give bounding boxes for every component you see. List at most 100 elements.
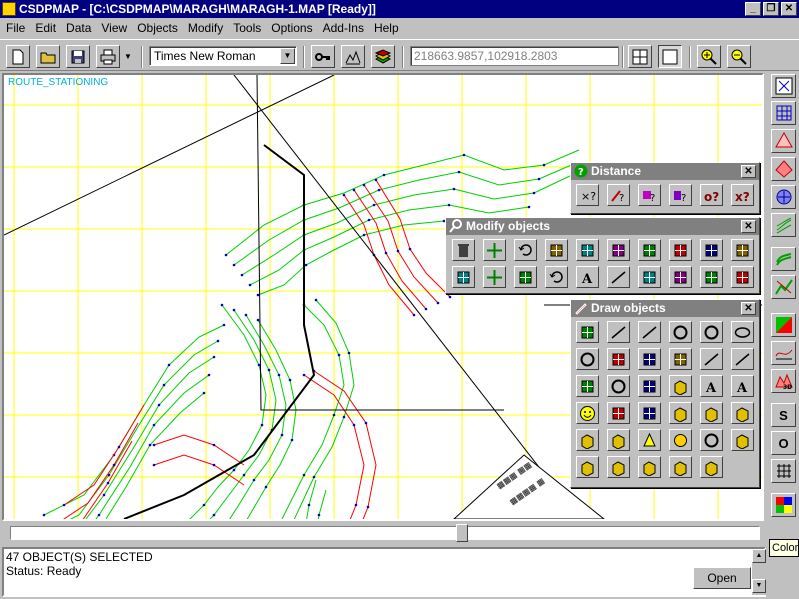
scroll-thumb[interactable]	[456, 524, 468, 542]
hex-box-button[interactable]	[576, 456, 599, 478]
cross-section-button[interactable]	[771, 341, 796, 365]
text-vertical-button[interactable]: A	[731, 375, 754, 397]
arc-line-button[interactable]	[700, 348, 723, 370]
restore-button[interactable]: ❐	[763, 2, 779, 16]
surface-tool-button[interactable]	[771, 157, 796, 181]
menu-view[interactable]: View	[96, 19, 132, 37]
polyline-button[interactable]	[638, 321, 661, 343]
redo-button[interactable]	[545, 239, 568, 261]
select-tool-button[interactable]	[771, 74, 796, 98]
new-file-button[interactable]	[6, 45, 30, 68]
menu-add-ins[interactable]: Add-Ins	[318, 19, 369, 37]
close-button[interactable]: ✕	[781, 2, 797, 16]
scroll-track[interactable]	[10, 526, 760, 540]
coordinates-field[interactable]: 218663.9857,102918.2803	[410, 46, 619, 66]
sector-button[interactable]	[638, 348, 661, 370]
color-button[interactable]	[771, 493, 796, 517]
menu-objects[interactable]: Objects	[132, 19, 183, 37]
circle-tool-button[interactable]	[700, 321, 723, 343]
cylinder-box-button[interactable]	[607, 429, 630, 451]
distance-line-button[interactable]: ?	[607, 184, 630, 206]
move-object-button[interactable]	[483, 239, 506, 261]
polygon-box-button[interactable]	[607, 456, 630, 478]
ellipse-button[interactable]	[731, 321, 754, 343]
spiral-circle-button[interactable]	[607, 375, 630, 397]
draw-objects-palette[interactable]: Draw objects ✕ A A	[570, 299, 760, 488]
gear-circle-button[interactable]	[700, 429, 723, 451]
modify-palette-titlebar[interactable]: Modify objects ✕	[446, 218, 759, 235]
merge-button[interactable]	[731, 239, 754, 261]
distance-point-button[interactable]: ×?	[576, 184, 599, 206]
point-cross-button[interactable]	[576, 321, 599, 343]
arc-button[interactable]	[576, 375, 599, 397]
move-cross-button[interactable]	[483, 266, 506, 288]
distance-cross-button[interactable]: x?	[731, 184, 754, 206]
delete-button[interactable]	[452, 239, 475, 261]
color-fill-button[interactable]	[771, 313, 796, 337]
open-file-button[interactable]	[36, 45, 60, 68]
reshape-button[interactable]	[669, 266, 692, 288]
building-box-button[interactable]	[700, 402, 723, 424]
arrow-box-button[interactable]	[731, 429, 754, 451]
grid-tool-button[interactable]	[771, 459, 796, 483]
table-tool-button[interactable]	[771, 101, 796, 125]
gem-box-button[interactable]	[669, 375, 692, 397]
numbered-list-button[interactable]	[607, 402, 630, 424]
horizontal-scrollbar[interactable]	[0, 522, 766, 546]
menu-help[interactable]: Help	[369, 19, 404, 37]
properties-button[interactable]	[700, 266, 723, 288]
menu-tools[interactable]: Tools	[228, 19, 266, 37]
menu-modify[interactable]: Modify	[183, 19, 228, 37]
parallel-line-button[interactable]	[607, 266, 630, 288]
line-button[interactable]	[607, 321, 630, 343]
menu-options[interactable]: Options	[266, 19, 317, 37]
rounded-rect-button[interactable]	[638, 375, 661, 397]
chevron-down-icon[interactable]: ▼	[280, 48, 295, 64]
cube-yellow-button[interactable]	[576, 429, 599, 451]
arc-wedge-button[interactable]	[607, 348, 630, 370]
cube-button[interactable]	[669, 402, 692, 424]
layers-button[interactable]	[371, 45, 395, 68]
mirror-button[interactable]	[669, 239, 692, 261]
grid-array-button[interactable]	[452, 266, 475, 288]
scatter-button[interactable]	[700, 239, 723, 261]
text-edit-button[interactable]: A	[576, 266, 599, 288]
scale-button[interactable]	[514, 266, 537, 288]
sphere-button[interactable]	[669, 429, 692, 451]
frame-view-button[interactable]	[658, 45, 682, 68]
ring-circle-button[interactable]	[576, 348, 599, 370]
key-button[interactable]	[311, 45, 335, 68]
copy-object-button[interactable]	[607, 239, 630, 261]
s-button[interactable]: S	[771, 403, 796, 427]
distance-palette-titlebar[interactable]: ? Distance ✕	[571, 163, 759, 180]
distance-palette[interactable]: ? Distance ✕ ×? ? ? ? o? x?	[570, 162, 760, 214]
node-edit-button[interactable]	[576, 239, 599, 261]
print-button[interactable]	[96, 45, 120, 68]
pattern-fill-button[interactable]	[638, 402, 661, 424]
distance-circle-button[interactable]: o?	[700, 184, 723, 206]
view-3d-button[interactable]: 3D	[771, 369, 796, 393]
close-icon[interactable]: ✕	[741, 220, 756, 233]
sector-fill-button[interactable]	[669, 348, 692, 370]
slope-box-button[interactable]	[700, 456, 723, 478]
zoom-in-button[interactable]	[697, 45, 721, 68]
draw-palette-titlebar[interactable]: Draw objects ✕	[571, 300, 759, 317]
contour-smooth-button[interactable]	[771, 247, 796, 271]
scroll-up-icon[interactable]: ▲	[752, 549, 766, 563]
menu-edit[interactable]: Edit	[30, 19, 61, 37]
break-button[interactable]	[638, 266, 661, 288]
save-button[interactable]	[66, 45, 90, 68]
contour-tool-button[interactable]	[771, 213, 796, 237]
circle-button[interactable]	[669, 321, 692, 343]
modify-objects-palette[interactable]: Modify objects ✕ A	[445, 217, 760, 294]
close-icon[interactable]: ✕	[741, 302, 756, 315]
minimize-button[interactable]: _	[745, 2, 761, 16]
arch-box-button[interactable]	[638, 456, 661, 478]
hatched-box-button[interactable]	[731, 402, 754, 424]
print-dropdown[interactable]: ▼	[121, 45, 135, 68]
scroll-down-icon[interactable]: ▼	[752, 579, 766, 593]
distance-object-button[interactable]: ?	[669, 184, 692, 206]
mesh-tool-button[interactable]	[771, 185, 796, 209]
status-scrollbar[interactable]: ▲ ▼	[752, 549, 766, 595]
profile-button[interactable]	[341, 45, 365, 68]
